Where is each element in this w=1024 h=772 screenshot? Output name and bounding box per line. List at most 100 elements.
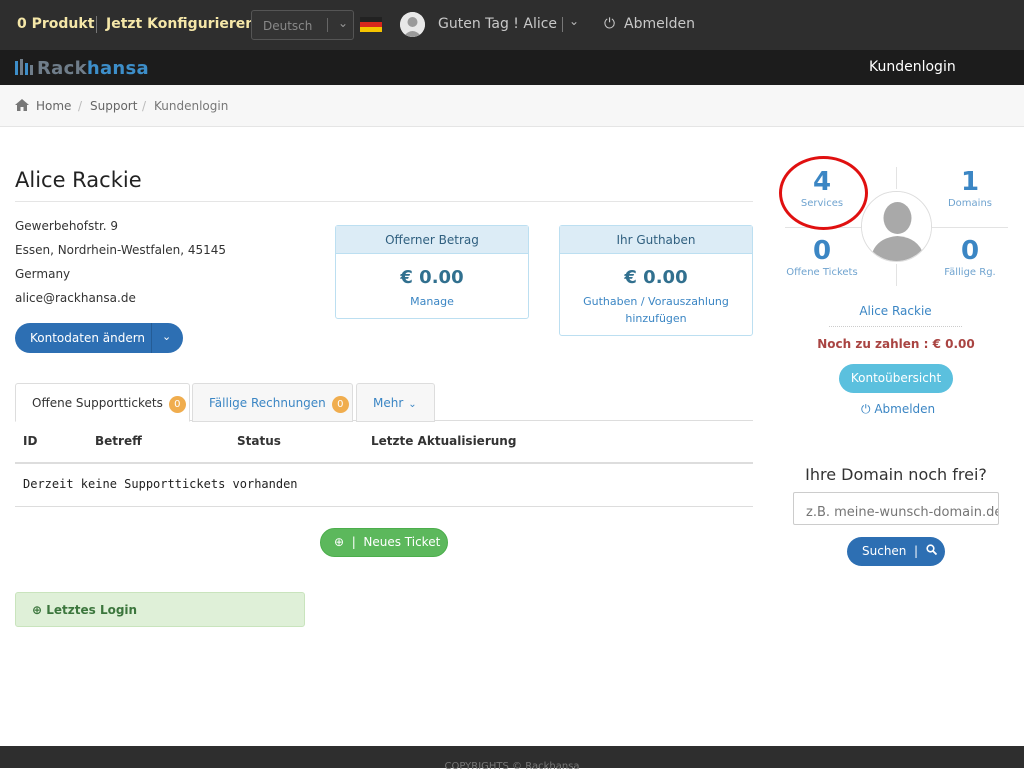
manage-link[interactable]: Manage (336, 293, 528, 310)
empty-table-message: Derzeit keine Supporttickets vorhanden (23, 477, 298, 491)
count-badge: 0 (331, 396, 349, 413)
last-login-label: Letztes Login (46, 603, 138, 617)
edit-account-label: Kontodaten ändern (30, 331, 146, 345)
address-country: Germany (15, 267, 71, 281)
new-ticket-content: ⊕ | Neues Ticket (334, 535, 441, 549)
divider (15, 506, 753, 507)
breadcrumb: Home / Support / Kundenlogin (0, 85, 1024, 127)
divider (151, 323, 152, 353)
tab-bar: Offene Supporttickets 0 Fällige Rechnunge… (15, 383, 753, 422)
highlight-annotation-circle (779, 156, 868, 230)
credit-title: Ihr Guthaben (560, 226, 752, 254)
open-amount-title: Offerner Betrag (336, 226, 528, 254)
domain-search-button[interactable]: Suchen | (847, 537, 945, 566)
domain-check-heading: Ihre Domain noch frei? (805, 465, 987, 484)
top-bar: 0 Produkt Jetzt Konfigurieren Deutsch ⌄ … (0, 0, 1024, 50)
sidebar-user-name: Alice Rackie (859, 304, 932, 318)
column-header-last-update[interactable]: Letzte Aktualisierung (371, 434, 516, 448)
last-login-panel[interactable]: ⊕ Letztes Login (15, 592, 305, 627)
domain-search-input[interactable] (793, 492, 999, 525)
home-icon[interactable] (15, 99, 29, 114)
divider (15, 462, 753, 464)
divider (829, 326, 962, 327)
nav-customer-login[interactable]: Kundenlogin (869, 59, 956, 75)
tickets-label: Offene Tickets (786, 267, 858, 278)
power-icon[interactable]: ⏻ (604, 16, 615, 32)
profile-avatar (861, 191, 932, 262)
domains-label: Domains (947, 198, 992, 209)
last-login-content: ⊕ Letztes Login (32, 603, 137, 617)
address-street: Gewerbehofstr. 9 (15, 219, 119, 233)
german-flag-icon[interactable] (360, 17, 382, 32)
configure-link[interactable]: Jetzt Konfigurieren (106, 16, 255, 32)
plus-circle-icon: ⊕ (32, 603, 43, 617)
amount-due: Noch zu zahlen : € 0.00 (817, 337, 975, 351)
cart-products-link[interactable]: 0 Produkt (17, 16, 94, 32)
footer: COPYRIGHTS © Rackhansa (0, 746, 1024, 772)
tab-label: Mehr (373, 396, 404, 410)
account-overview-button[interactable]: Kontoübersicht (839, 364, 953, 393)
breadcrumb-separator: / (78, 99, 83, 113)
tab-due-invoices[interactable]: Fällige Rechnungen 0 (192, 383, 353, 422)
breadcrumb-support[interactable]: Support (90, 99, 137, 113)
new-ticket-button[interactable]: ⊕ | Neues Ticket (320, 528, 448, 557)
tab-open-tickets[interactable]: Offene Supporttickets 0 (15, 383, 190, 422)
credit-value: € 0.00 (624, 267, 688, 288)
language-value: Deutsch (263, 19, 313, 33)
divider (896, 167, 897, 189)
brand-logo[interactable]: Rackhansa (15, 58, 149, 80)
count-badge: 0 (168, 396, 186, 413)
divider (562, 17, 563, 32)
sidebar-logout-link[interactable]: ⏻ Abmelden (861, 402, 935, 417)
column-header-subject[interactable]: Betreff (95, 434, 142, 448)
tab-label: Offene Supporttickets (32, 396, 163, 410)
breadcrumb-home[interactable]: Home (36, 99, 71, 113)
chevron-down-icon[interactable]: ⌄ (569, 14, 579, 28)
chevron-down-icon: ⌄ (338, 16, 349, 30)
tab-more[interactable]: Mehr ⌄ (356, 383, 435, 422)
tickets-count: 0 (812, 236, 832, 266)
main-navbar: Rackhansa Kundenlogin (0, 50, 1024, 85)
add-credit-link[interactable]: Guthaben / Vorauszahlung hinzufügen (560, 293, 752, 327)
address-city: Essen, Nordrhein-Westfalen, 45145 (15, 243, 227, 257)
open-amount-panel: Offerner Betrag € 0.00 Manage (335, 225, 529, 319)
account-name-heading: Alice Rackie (15, 168, 142, 192)
stat-domains[interactable]: 1 Domains (925, 167, 1015, 209)
logo-text-hansa: hansa (86, 58, 149, 79)
greeting-menu[interactable]: Guten Tag ! Alice (438, 16, 557, 32)
stat-open-tickets[interactable]: 0 Offene Tickets (777, 236, 867, 278)
invoices-label: Fällige Rg. (944, 267, 996, 278)
domains-count: 1 (960, 167, 980, 197)
logo-bars-icon (15, 59, 33, 80)
stat-due-invoices[interactable]: 0 Fällige Rg. (925, 236, 1015, 278)
chevron-down-icon: ⌄ (408, 399, 417, 410)
search-content: Suchen | (862, 544, 937, 558)
column-header-id[interactable]: ID (23, 434, 37, 448)
logout-link[interactable]: Abmelden (624, 16, 695, 32)
divider (15, 201, 753, 202)
divider (932, 227, 1008, 228)
breadcrumb-separator: / (142, 99, 147, 113)
user-avatar[interactable] (400, 12, 425, 37)
new-ticket-label: Neues Ticket (363, 535, 441, 549)
credit-panel: Ihr Guthaben € 0.00 Guthaben / Vorauszah… (559, 225, 753, 336)
account-email: alice@rackhansa.de (15, 291, 136, 305)
search-icon (926, 544, 937, 558)
plus-circle-icon: ⊕ (334, 535, 345, 549)
add-credit-line2: hinzufügen (625, 312, 687, 325)
add-credit-line1: Guthaben / Vorauszahlung (583, 295, 729, 308)
copyright-text: COPYRIGHTS © Rackhansa (444, 761, 580, 772)
edit-account-button[interactable]: Kontodaten ändern ⌄ (15, 323, 183, 353)
breadcrumb-current: Kundenlogin (154, 99, 229, 113)
invoices-count: 0 (960, 236, 980, 266)
logo-text-rack: Rack (37, 58, 87, 79)
logout-label: Abmelden (874, 402, 936, 416)
open-amount-value: € 0.00 (400, 267, 464, 288)
divider (327, 18, 328, 32)
column-header-status[interactable]: Status (237, 434, 281, 448)
chevron-down-icon[interactable]: ⌄ (162, 330, 171, 343)
search-label: Suchen (862, 544, 907, 558)
language-select[interactable]: Deutsch ⌄ (251, 10, 354, 40)
divider (896, 264, 897, 286)
tab-label: Fällige Rechnungen (209, 396, 326, 410)
